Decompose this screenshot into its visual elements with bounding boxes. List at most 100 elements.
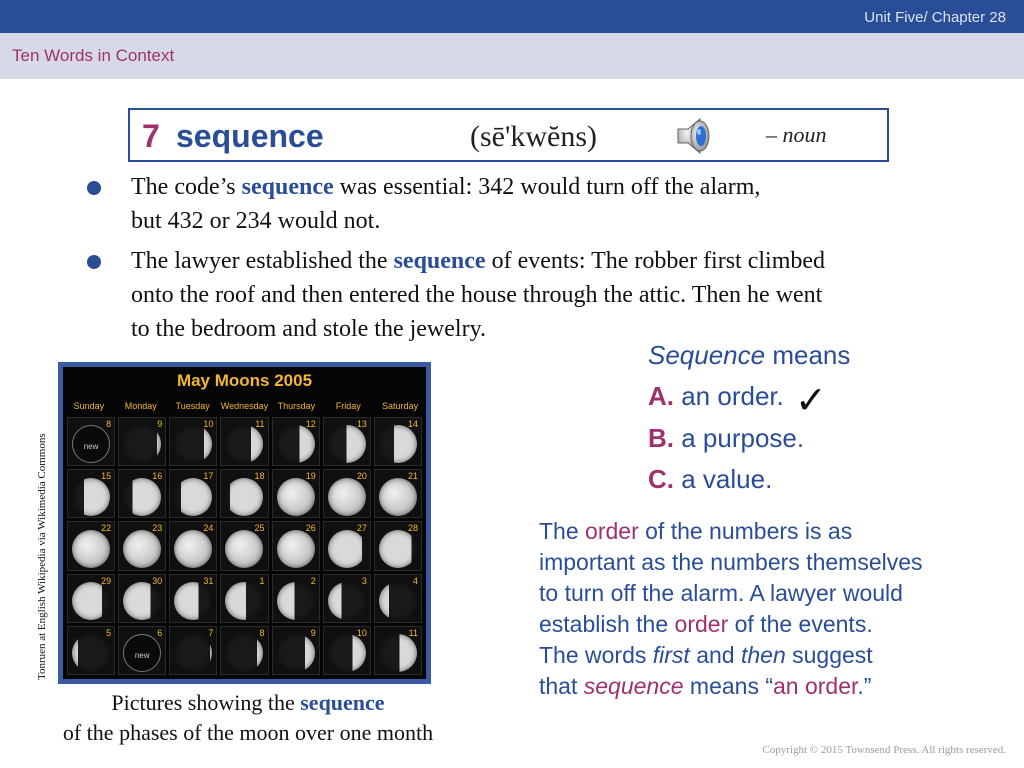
calendar-day-cell: 18 (220, 469, 269, 519)
moon-phase-icon (174, 582, 213, 621)
sentence-line: onto the roof and then entered the house… (131, 282, 823, 308)
top-header-bar: Unit Five/ Chapter 28 (0, 0, 1024, 33)
calendar-title: May Moons 2005 (176, 371, 313, 390)
option-b[interactable]: B. a purpose. (648, 423, 804, 454)
calendar-day-cell: 25 (220, 521, 269, 571)
moon-phase-icon (327, 529, 366, 568)
bullet-1 (87, 181, 101, 195)
option-a[interactable]: A. an order. (648, 381, 784, 412)
word-number: 7 (142, 118, 160, 154)
moon-phase-icon (327, 582, 366, 621)
option-c[interactable]: C. a value. (648, 464, 772, 495)
sentence-line: but 432 or 234 would not. (131, 208, 381, 234)
calendar-weekday-header: Sunday Monday Tuesday Wednesday Thursday Frid… (63, 401, 426, 411)
sentence-line: The code’s sequence was essential: 342 w… (131, 174, 761, 200)
moon-phase-icon (225, 477, 264, 516)
weekday-label: Tuesday (175, 401, 210, 411)
calendar-day-cell: 23 (118, 521, 167, 571)
day-number: 14 (407, 419, 418, 429)
calendar-day-cell: 15 (67, 469, 116, 519)
calendar-day-cell: 6 new (118, 625, 167, 675)
moon-phase-icon (123, 529, 162, 568)
speaker-icon[interactable] (672, 114, 716, 158)
moon-phase-icon (276, 477, 315, 516)
calendar-day-cell: 30 (118, 573, 167, 623)
day-number: 24 (203, 523, 214, 534)
moon-phase-icon (276, 425, 315, 464)
copyright-notice: Copyright © 2015 Townsend Press. All rig… (762, 744, 1006, 756)
day-number: 29 (101, 575, 112, 586)
calendar-day-cell: 27 (322, 521, 371, 571)
day-number: 18 (254, 471, 265, 482)
day-number: 7 (208, 627, 214, 638)
day-number: 8 (106, 419, 112, 429)
day-number: 16 (152, 471, 163, 482)
calendar-day-cell: 24 (169, 521, 218, 571)
day-number: 9 (157, 419, 163, 429)
moon-phase-icon (123, 425, 162, 464)
sentence-line: The lawyer established the sequence of e… (131, 248, 826, 274)
calendar-day-cell: 10 (322, 625, 371, 675)
moon-phase-icon (327, 634, 366, 673)
calendar-day-cell: 2 (271, 573, 320, 623)
day-number: 11 (255, 419, 265, 429)
calendar-day-cell: 19 (271, 469, 320, 519)
day-number: 11 (408, 627, 418, 638)
weekday-label: Saturday (382, 401, 419, 411)
calendar-day-cell: 3 (322, 573, 371, 623)
calendar-day-cell: 21 (373, 469, 422, 519)
day-number: 23 (152, 523, 163, 534)
weekday-label: Wednesday (220, 401, 269, 411)
calendar-day-cell: 8 (220, 625, 269, 675)
new-moon-label: new (134, 651, 150, 661)
day-number: 17 (203, 471, 214, 482)
day-number: 6 (157, 627, 163, 638)
vocabulary-term: sequence (176, 118, 324, 154)
moon-phase-icon (123, 477, 162, 516)
moon-phase-icon (225, 529, 264, 568)
day-number: 20 (356, 471, 367, 482)
day-number: 27 (356, 523, 367, 534)
calendar-day-cell: 17 (169, 469, 218, 519)
moon-phase-icon: new (72, 425, 111, 464)
day-number: 9 (310, 627, 316, 638)
caption-highlight: sequence (300, 690, 385, 715)
moon-phase-icon (327, 477, 366, 516)
moon-phase-icon (72, 634, 111, 673)
calendar-day-cell: 11 (220, 417, 269, 467)
day-number: 10 (203, 419, 214, 429)
section-title: Ten Words in Context (12, 46, 175, 65)
calendar-day-cell: 31 (169, 573, 218, 623)
check-mark-icon: ✓ (795, 378, 827, 422)
moon-phase-icon (276, 634, 315, 673)
moon-phase-icon (174, 477, 213, 516)
moon-phase-icon (225, 634, 264, 673)
context-sentence-2: The lawyer established the sequence of e… (131, 244, 825, 346)
explanation-text: The order of the numbers is as important… (539, 518, 923, 699)
moon-phase-icon (174, 425, 213, 464)
moon-phase-icon (378, 529, 417, 568)
day-number: 26 (305, 523, 316, 534)
image-caption: Pictures showing the sequence of the pha… (62, 690, 434, 745)
calendar-day-cell: 29 (67, 573, 116, 623)
vocabulary-word-box: 7 sequence (sē'kwĕns) – noun (128, 108, 889, 162)
calendar-grid: 8 new 9 10 11 12 13 14 15 16 17 18 19 20 21 22 23 24 25 26 2… (67, 417, 422, 675)
day-number: 4 (412, 575, 418, 586)
moon-phase-icon (276, 582, 315, 621)
part-of-speech: – noun (766, 122, 827, 147)
calendar-day-cell: 13 (322, 417, 371, 467)
unit-chapter-label: Unit Five/ Chapter 28 (864, 9, 1006, 26)
day-number: 13 (356, 419, 367, 429)
weekday-label: Sunday (73, 401, 105, 411)
calendar-day-cell: 9 (118, 417, 167, 467)
moon-phase-icon (378, 634, 417, 673)
highlight-word: sequence (241, 174, 334, 200)
moon-calendar: May Moons 2005 Sunday Monday Tuesday Wednes… (63, 367, 426, 679)
moon-phase-icon (123, 582, 162, 621)
day-number: 2 (310, 575, 316, 586)
day-number: 19 (305, 471, 316, 482)
calendar-day-cell: 28 (373, 521, 422, 571)
day-number: 12 (305, 419, 316, 429)
weekday-label: Friday (335, 401, 361, 411)
day-number: 30 (152, 575, 163, 586)
